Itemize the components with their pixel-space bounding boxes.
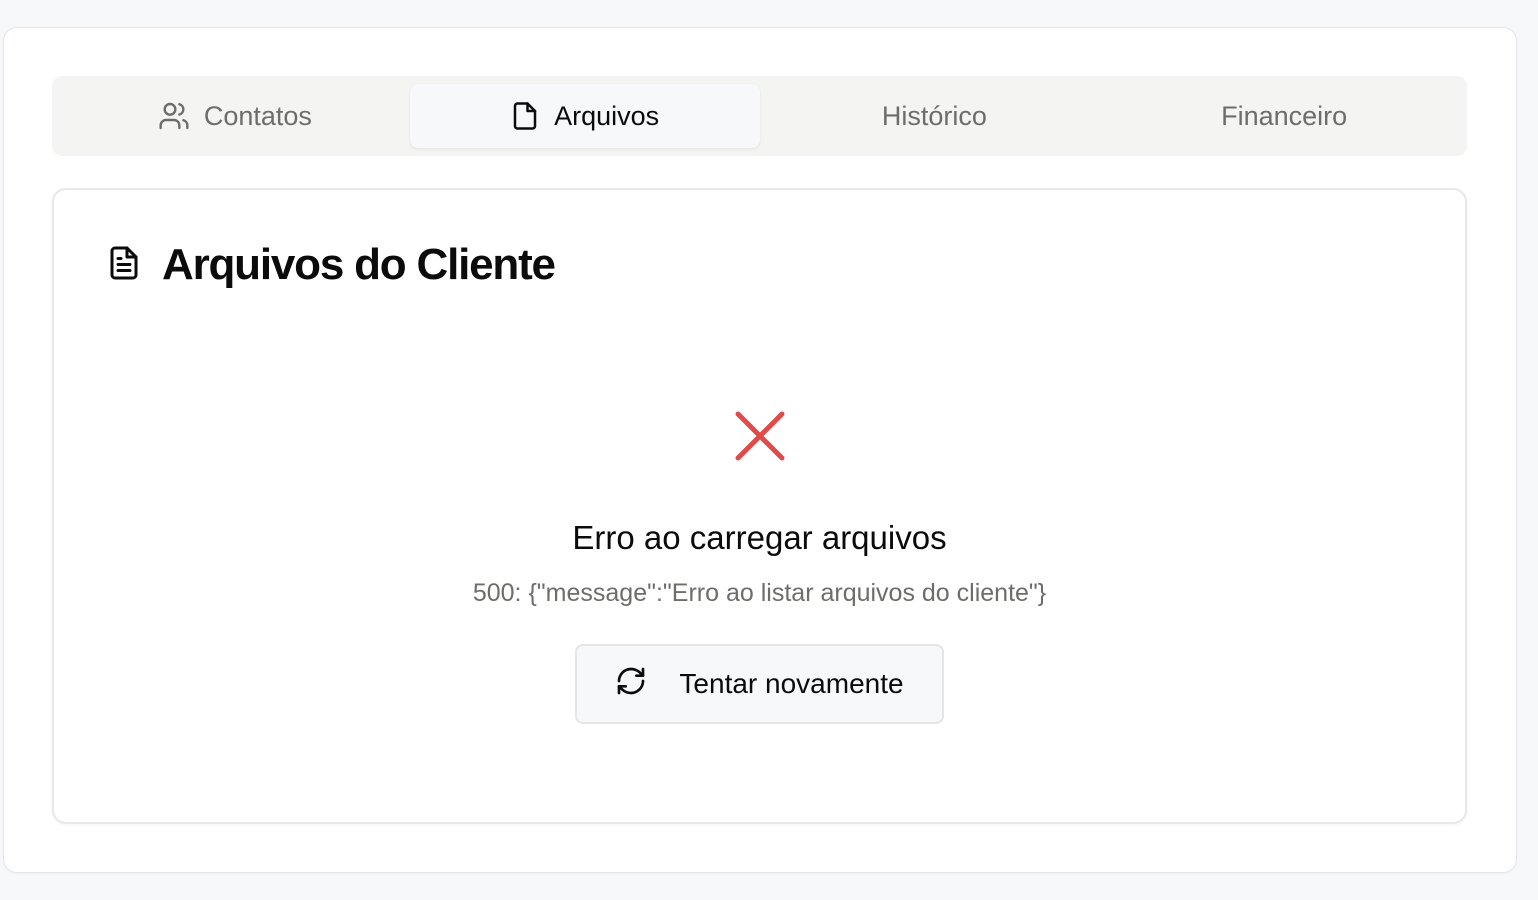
users-icon	[158, 100, 190, 132]
tab-label: Contatos	[203, 100, 312, 131]
tab-bar: Contatos Arquivos Histórico Financeiro	[52, 76, 1467, 156]
retry-label: Tentar novamente	[679, 668, 904, 699]
tab-label: Arquivos	[554, 100, 660, 131]
card-header: Arquivos do Cliente	[106, 240, 556, 290]
error-state: Erro ao carregar arquivos 500: {"message…	[54, 410, 1465, 724]
tab-label: Financeiro	[1221, 100, 1348, 131]
tab-financeiro[interactable]: Financeiro	[1109, 84, 1459, 148]
file-text-icon	[106, 243, 142, 288]
files-card: Arquivos do Cliente Erro ao carregar arq…	[52, 188, 1467, 824]
tab-historico[interactable]: Histórico	[760, 84, 1110, 148]
tab-label: Histórico	[881, 100, 987, 131]
card-title: Arquivos do Cliente	[162, 240, 556, 289]
tab-contatos[interactable]: Contatos	[60, 84, 410, 148]
file-icon	[510, 100, 540, 132]
error-message: 500: {"message":"Erro ao listar arquivos…	[472, 579, 1047, 607]
error-title: Erro ao carregar arquivos	[572, 519, 947, 556]
tab-arquivos[interactable]: Arquivos	[409, 84, 760, 148]
x-icon	[734, 410, 786, 467]
retry-button[interactable]: Tentar novamente	[575, 644, 944, 724]
refresh-icon	[615, 665, 647, 704]
